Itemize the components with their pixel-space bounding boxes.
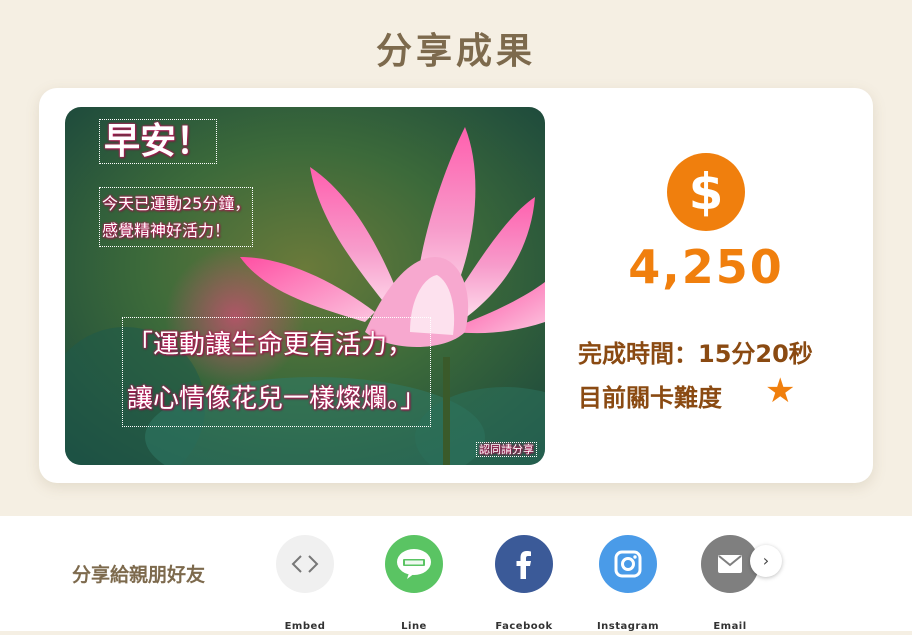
exercise-message-line: 感覺精神好活力！ (102, 221, 231, 240)
chevron-right-icon[interactable]: › (750, 545, 782, 577)
lotus-greeting-image: 早安！ 今天已運動25分鐘， 感覺精神好活力！ 「運動讓生命更有活力， 讓心情像… (65, 107, 545, 465)
page-title: 分享成果 (375, 31, 536, 72)
share-label: 分享給親朋好友 (72, 564, 206, 586)
line-button[interactable]: Line (374, 535, 454, 635)
facebook-label: Facebook (495, 621, 553, 632)
exercise-message: 今天已運動25分鐘， 感覺精神好活力！ (99, 187, 254, 247)
instagram-icon (599, 535, 657, 593)
embed-icon (276, 535, 334, 593)
instagram-label: Instagram (596, 621, 660, 632)
quote-line: 「運動讓生命更有活力， (127, 330, 414, 360)
result-card: 早安！ 今天已運動25分鐘， 感覺精神好活力！ 「運動讓生命更有活力， 讓心情像… (39, 88, 873, 483)
line-label: Line (401, 621, 427, 632)
facebook-button[interactable]: Facebook (484, 535, 564, 635)
star-icon: ★ (765, 371, 796, 411)
embed-button[interactable]: Embed (265, 535, 345, 635)
quote-line: 讓心情像花兒一樣燦爛。」 (127, 384, 427, 414)
share-tag: 認同請分享 (476, 441, 537, 457)
quote-text: 「運動讓生命更有活力， 讓心情像花兒一樣燦爛。」 (122, 317, 432, 427)
share-bar: 分享給親朋好友 Embed Line Facebook Instagram Em… (0, 516, 912, 632)
exercise-message-line: 今天已運動25分鐘， (102, 194, 251, 213)
email-label: Email (713, 621, 747, 632)
score-value: 4,250 (628, 240, 784, 294)
completion-time: 完成時間：15分20秒 (578, 340, 813, 368)
instagram-button[interactable]: Instagram (588, 535, 668, 635)
greeting-text: 早安！ (99, 119, 218, 165)
line-icon (385, 535, 443, 593)
facebook-icon (495, 535, 553, 593)
coin-icon: $ (667, 153, 745, 231)
level-difficulty-label: 目前關卡難度 (578, 384, 722, 412)
embed-label: Embed (284, 621, 326, 632)
